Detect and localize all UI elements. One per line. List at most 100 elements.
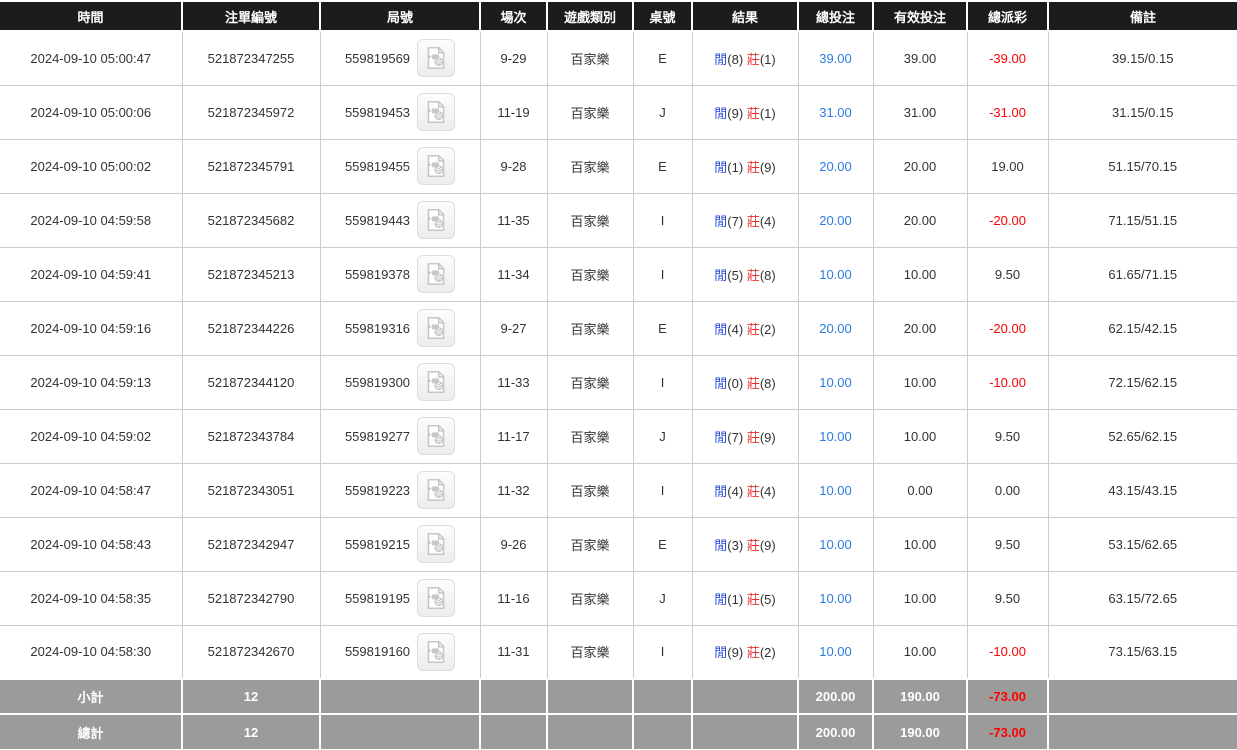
cell-valid-bet: 39.00 (873, 31, 967, 85)
video-replay-button[interactable] (417, 255, 455, 293)
video-replay-button[interactable] (417, 93, 455, 131)
video-replay-button[interactable] (417, 309, 455, 347)
total-total-bet: 200.00 (798, 714, 873, 749)
video-replay-button[interactable] (417, 201, 455, 239)
video-file-icon (423, 369, 449, 395)
round-number: 559819215 (345, 537, 410, 552)
round-number: 559819223 (345, 483, 410, 498)
cell-result: 閒(7) 莊(9) (692, 409, 798, 463)
total-bet-link[interactable]: 39.00 (819, 51, 852, 66)
cell-payout: -31.00 (967, 85, 1048, 139)
total-bet-link[interactable]: 20.00 (819, 159, 852, 174)
cell-total-bet: 20.00 (798, 301, 873, 355)
cell-game-type: 百家樂 (547, 85, 633, 139)
cell-total-bet: 10.00 (798, 409, 873, 463)
video-replay-button[interactable] (417, 363, 455, 401)
video-replay-button[interactable] (417, 417, 455, 455)
cell-result: 閒(4) 莊(2) (692, 301, 798, 355)
video-replay-button[interactable] (417, 39, 455, 77)
cell-remark: 72.15/62.15 (1048, 355, 1237, 409)
cell-table-no: I (633, 355, 692, 409)
result-player-score: (4) (727, 484, 743, 499)
bet-history-table: 時間 注單編號 局號 場次 遊戲類別 桌號 結果 總投注 有效投注 總派彩 備註… (0, 0, 1237, 749)
result-banker-score: (5) (760, 592, 776, 607)
cell-valid-bet: 0.00 (873, 463, 967, 517)
column-header-session: 場次 (480, 1, 547, 31)
result-banker-label: 莊 (747, 322, 760, 337)
result-player-score: (5) (727, 268, 743, 283)
cell-result: 閒(9) 莊(2) (692, 625, 798, 679)
video-replay-button[interactable] (417, 579, 455, 617)
summary-empty-cell (633, 714, 692, 749)
cell-total-bet: 10.00 (798, 463, 873, 517)
cell-session: 11-32 (480, 463, 547, 517)
cell-payout: -10.00 (967, 625, 1048, 679)
column-header-bet-id: 注單編號 (182, 1, 320, 31)
cell-game-type: 百家樂 (547, 193, 633, 247)
round-number: 559819316 (345, 321, 410, 336)
total-bet-link[interactable]: 10.00 (819, 644, 852, 659)
video-replay-button[interactable] (417, 471, 455, 509)
cell-table-no: J (633, 571, 692, 625)
result-player-label: 閒 (714, 430, 727, 445)
cell-valid-bet: 10.00 (873, 517, 967, 571)
cell-session: 11-34 (480, 247, 547, 301)
cell-table-no: E (633, 31, 692, 85)
result-player-score: (9) (727, 645, 743, 660)
cell-payout: -20.00 (967, 301, 1048, 355)
result-banker-score: (8) (760, 268, 776, 283)
total-bet-link[interactable]: 31.00 (819, 105, 852, 120)
video-file-icon (423, 261, 449, 287)
cell-game-type: 百家樂 (547, 139, 633, 193)
cell-table-no: I (633, 247, 692, 301)
total-bet-link[interactable]: 10.00 (819, 537, 852, 552)
table-row: 2024-09-10 04:59:02 521872343784 5598192… (0, 409, 1237, 463)
video-replay-button[interactable] (417, 525, 455, 563)
cell-valid-bet: 20.00 (873, 193, 967, 247)
round-number: 559819455 (345, 159, 410, 174)
video-replay-button[interactable] (417, 633, 455, 671)
result-player-score: (7) (727, 214, 743, 229)
result-player-label: 閒 (714, 645, 727, 660)
cell-game-type: 百家樂 (547, 409, 633, 463)
total-bet-link[interactable]: 10.00 (819, 267, 852, 282)
cell-total-bet: 31.00 (798, 85, 873, 139)
cell-remark: 73.15/63.15 (1048, 625, 1237, 679)
result-banker-score: (2) (760, 645, 776, 660)
cell-round: 559819455 (320, 139, 480, 193)
total-bet-link[interactable]: 10.00 (819, 375, 852, 390)
cell-table-no: I (633, 193, 692, 247)
cell-remark: 62.15/42.15 (1048, 301, 1237, 355)
cell-bet-id: 521872347255 (182, 31, 320, 85)
video-file-icon (423, 99, 449, 125)
summary-empty-cell (692, 679, 798, 714)
result-banker-score: (9) (760, 538, 776, 553)
cell-table-no: J (633, 409, 692, 463)
total-bet-link[interactable]: 10.00 (819, 483, 852, 498)
column-header-time: 時間 (0, 1, 182, 31)
cell-valid-bet: 10.00 (873, 571, 967, 625)
cell-time: 2024-09-10 04:59:41 (0, 247, 182, 301)
total-bet-link[interactable]: 10.00 (819, 429, 852, 444)
total-bet-link[interactable]: 10.00 (819, 591, 852, 606)
cell-remark: 71.15/51.15 (1048, 193, 1237, 247)
bet-history-panel: 時間 注單編號 局號 場次 遊戲類別 桌號 結果 總投注 有效投注 總派彩 備註… (0, 0, 1237, 750)
cell-remark: 53.15/62.65 (1048, 517, 1237, 571)
result-banker-score: (4) (760, 214, 776, 229)
column-header-total-bet: 總投注 (798, 1, 873, 31)
table-row: 2024-09-10 05:00:47 521872347255 5598195… (0, 31, 1237, 85)
result-banker-score: (1) (760, 52, 776, 67)
cell-time: 2024-09-10 05:00:47 (0, 31, 182, 85)
total-bet-link[interactable]: 20.00 (819, 321, 852, 336)
video-replay-button[interactable] (417, 147, 455, 185)
result-banker-label: 莊 (747, 52, 760, 67)
cell-result: 閒(1) 莊(9) (692, 139, 798, 193)
cell-total-bet: 10.00 (798, 517, 873, 571)
round-number: 559819569 (345, 51, 410, 66)
result-player-score: (1) (727, 592, 743, 607)
total-bet-link[interactable]: 20.00 (819, 213, 852, 228)
cell-game-type: 百家樂 (547, 463, 633, 517)
cell-session: 11-33 (480, 355, 547, 409)
subtotal-payout: -73.00 (967, 679, 1048, 714)
round-number: 559819195 (345, 591, 410, 606)
